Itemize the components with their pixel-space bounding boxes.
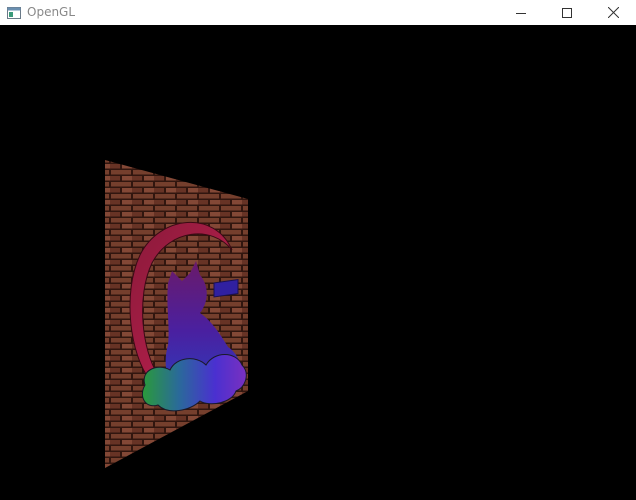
window-title: OpenGL bbox=[27, 5, 76, 19]
minimize-button[interactable] bbox=[498, 0, 544, 25]
close-button[interactable] bbox=[590, 0, 636, 25]
opengl-window: OpenGL bbox=[0, 0, 636, 500]
title-bar[interactable]: OpenGL bbox=[0, 0, 636, 25]
maximize-button[interactable] bbox=[544, 0, 590, 25]
close-icon bbox=[607, 7, 619, 18]
render-viewport[interactable] bbox=[0, 25, 636, 500]
maximize-icon bbox=[562, 7, 572, 18]
textured-quad bbox=[105, 160, 248, 468]
window-controls bbox=[498, 0, 636, 25]
scene-canvas bbox=[105, 160, 248, 468]
app-icon bbox=[7, 6, 21, 19]
minimize-icon bbox=[516, 8, 526, 18]
